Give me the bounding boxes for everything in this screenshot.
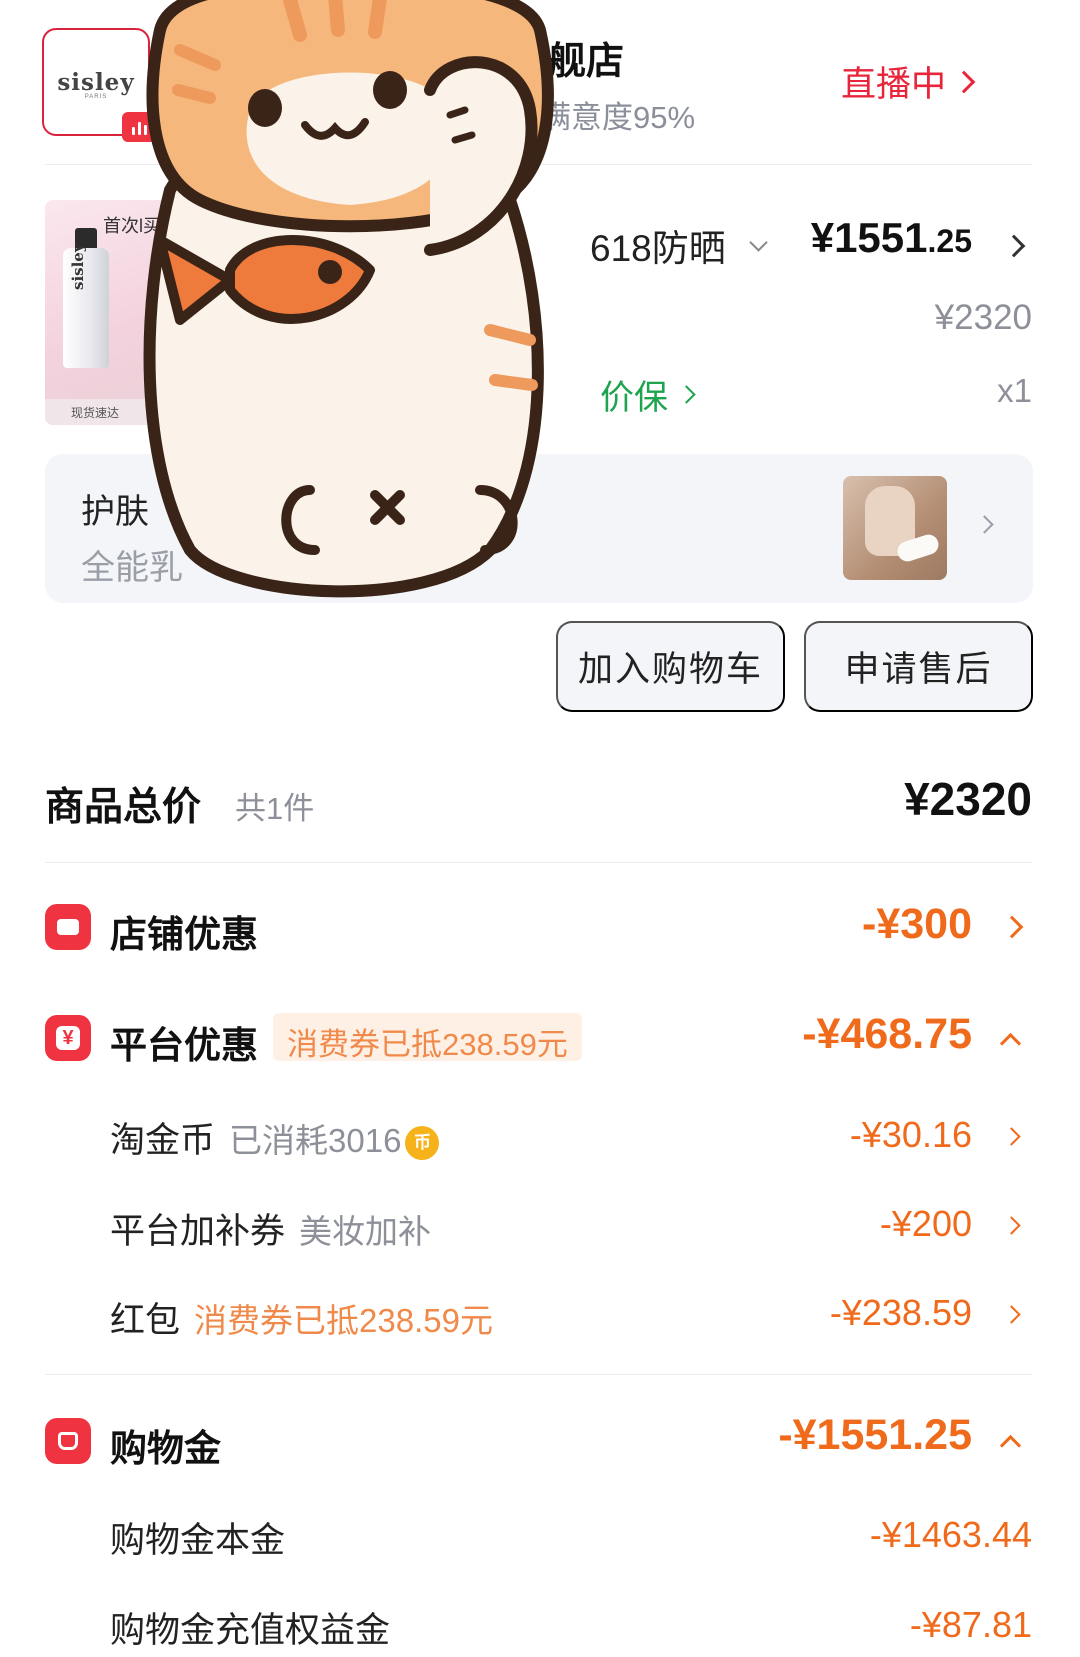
product-original-price: ¥2320 [934,298,1032,337]
chevron-right-icon[interactable] [1002,1216,1021,1235]
divider [45,862,1032,863]
add-to-cart-button[interactable]: 加入购物车 [556,621,785,712]
credit-principal-value: -¥1463.44 [869,1514,1032,1555]
red-packet-value[interactable]: -¥238.59 [830,1292,972,1334]
credit-bonus-label: 购物金充值权益金 [110,1611,391,1650]
cat-sticker [143,0,554,598]
shopping-credit-label: 购物金 [110,1428,221,1469]
product-thumb-brand: sisley [69,243,87,290]
chevron-up-icon[interactable] [999,1032,1022,1055]
product-quantity: x1 [997,372,1032,409]
divider [45,1374,1032,1375]
product-price-decimal: .25 [927,223,972,259]
tip-thumbnail [843,476,947,580]
item-count: 共1件 [235,791,315,826]
platform-coupon-label: 平台加补券 [110,1212,286,1251]
platform-coupon-value[interactable]: -¥200 [880,1203,972,1245]
shopping-bag-icon [45,1418,91,1464]
taojinbi-label: 淘金币 [110,1121,216,1160]
chevron-right-icon[interactable] [1000,915,1024,939]
coupon-applied-tag: 消费券已抵238.59元 [273,1013,582,1062]
chevron-right-icon[interactable] [1002,234,1026,258]
taojinbi-value[interactable]: -¥30.16 [850,1114,972,1156]
product-spec-selector[interactable]: 618防晒 [590,218,768,272]
product-price[interactable]: ¥1551.25 [811,214,972,262]
red-packet-label: 红包 [110,1301,181,1340]
coupon-icon: ¥ [45,1015,91,1061]
live-status-label: 直播中 [840,65,946,104]
total-price-label: 商品总价 [45,786,202,829]
sub-item-taojinbi: 淘金币 已消耗3016 币 [110,1112,440,1163]
sub-item-red-packet: 红包 消费券已抵238.59元 [110,1292,493,1343]
platform-discount-label: 平台优惠 [110,1025,258,1066]
after-sale-button[interactable]: 申请售后 [804,621,1033,712]
live-status-link[interactable]: 直播中 [840,56,976,107]
coin-icon: 币 [405,1125,440,1160]
platform-coupon-note: 美妆加补 [299,1213,432,1250]
price-protection-label: 价保 [600,379,668,417]
product-title: 618防晒 [590,228,726,269]
product-price-main: ¥1551 [810,214,928,261]
sub-item-platform-coupon: 平台加补券 美妆加补 [110,1203,431,1254]
chevron-right-icon[interactable] [1002,1127,1021,1146]
chevron-right-icon[interactable] [1002,1305,1021,1324]
chevron-up-icon[interactable] [999,1434,1022,1457]
total-price-value: ¥2320 [904,773,1032,825]
credit-bonus-value: -¥87.81 [909,1604,1032,1645]
price-protection-link[interactable]: 价保 [600,370,696,419]
platform-discount-value[interactable]: -¥468.75 [802,1010,972,1059]
credit-principal-label: 购物金本金 [110,1521,286,1560]
chevron-right-icon [975,515,994,534]
chevron-right-icon [952,70,976,93]
chevron-right-icon [677,385,696,404]
store-discount-value[interactable]: -¥300 [862,900,972,949]
taojinbi-note: 已消耗3016 [229,1122,402,1159]
storefront-icon [45,904,91,950]
store-discount-label: 店铺优惠 [110,914,258,955]
shopping-credit-value[interactable]: -¥1551.25 [778,1411,972,1460]
red-packet-note: 消费券已抵238.59元 [194,1302,493,1339]
chevron-down-icon [749,232,768,252]
